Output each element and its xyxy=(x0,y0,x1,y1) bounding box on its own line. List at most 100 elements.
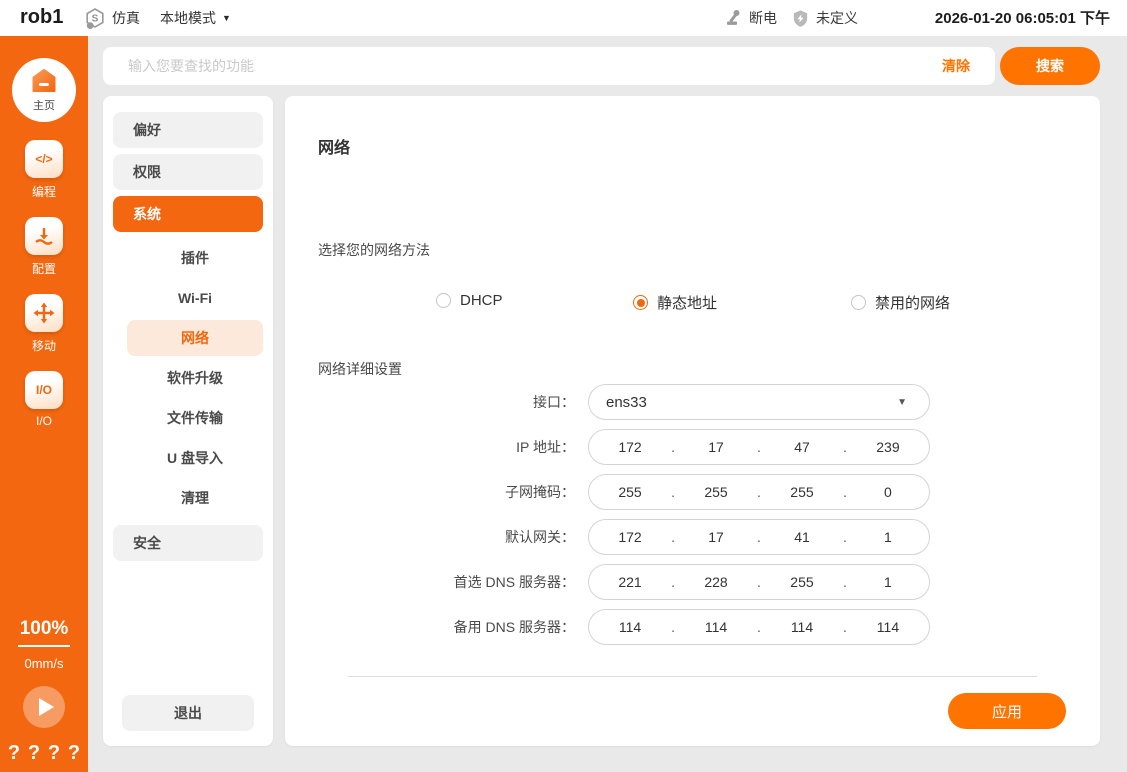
octet-input[interactable]: 172 xyxy=(589,529,671,545)
octet-input[interactable]: 17 xyxy=(675,529,757,545)
radio-dhcp[interactable]: DHCP xyxy=(436,292,503,309)
sidebar-item-label: 移动 xyxy=(32,337,56,354)
octet-input[interactable]: 47 xyxy=(761,439,843,455)
menu-item-software-upgrade[interactable]: 软件升级 xyxy=(127,360,263,396)
interface-selected-value: ens33 xyxy=(589,394,897,411)
menu-item-permissions[interactable]: 权限 xyxy=(113,154,263,190)
sidebar-item-label: 配置 xyxy=(32,260,56,277)
simulation-indicator[interactable]: S 仿真 xyxy=(84,0,140,36)
safety-status-label: 未定义 xyxy=(816,8,858,28)
missing-icon-glyph[interactable]: ? xyxy=(28,742,40,765)
octet-input[interactable]: 114 xyxy=(847,619,929,635)
field-label: 首选 DNS 服务器： xyxy=(285,564,575,600)
details-section-label: 网络详细设置 xyxy=(318,359,402,379)
play-icon xyxy=(39,698,54,716)
octet-input[interactable]: 17 xyxy=(675,439,757,455)
menu-item-security[interactable]: 安全 xyxy=(113,525,263,561)
app-logo: rob1 xyxy=(20,6,63,29)
default-gateway-row: 默认网关： 172 . 17 . 41 . 1 xyxy=(285,519,1100,555)
safety-status[interactable]: 未定义 xyxy=(791,0,858,36)
io-icon: I/O xyxy=(25,371,63,409)
sidebar-item-io[interactable]: I/O I/O xyxy=(25,371,63,428)
menu-item-file-transfer[interactable]: 文件传输 xyxy=(127,400,263,436)
simulation-label: 仿真 xyxy=(112,8,140,28)
speed-block: 100% 0mm/s xyxy=(0,618,88,671)
search-bar: 清除 xyxy=(103,47,995,85)
chevron-down-icon: ▼ xyxy=(222,13,231,23)
config-icon xyxy=(25,217,63,255)
octet-input[interactable]: 255 xyxy=(761,574,843,590)
alternate-dns-field[interactable]: 114 . 114 . 114 . 114 xyxy=(588,609,930,645)
settings-menu: 偏好 权限 系统 插件 Wi-Fi 网络 软件升级 文件传输 U 盘导入 清理 … xyxy=(103,96,273,746)
radio-icon xyxy=(436,293,451,308)
subnet-mask-field[interactable]: 255 . 255 . 255 . 0 xyxy=(588,474,930,510)
menu-item-network[interactable]: 网络 xyxy=(127,320,263,356)
menu-item-plugins[interactable]: 插件 xyxy=(127,240,263,276)
ip-address-field[interactable]: 172 . 17 . 47 . 239 xyxy=(588,429,930,465)
simulation-icon: S xyxy=(84,7,106,29)
missing-icon-glyph[interactable]: ? xyxy=(8,742,20,765)
octet-input[interactable]: 239 xyxy=(847,439,929,455)
move-icon xyxy=(25,294,63,332)
menu-item-usb-import[interactable]: U 盘导入 xyxy=(127,440,263,476)
network-settings-panel: 网络 选择您的网络方法 DHCP 静态地址 禁用的网络 网络详细设置 接口： e… xyxy=(285,96,1100,746)
alternate-dns-row: 备用 DNS 服务器： 114 . 114 . 114 . 114 xyxy=(285,609,1100,645)
radio-disabled-network[interactable]: 禁用的网络 xyxy=(851,292,950,313)
page-title: 网络 xyxy=(318,134,350,158)
radio-label: DHCP xyxy=(460,292,503,309)
missing-icon-glyph[interactable]: ? xyxy=(48,742,60,765)
code-icon: </> xyxy=(25,140,63,178)
preferred-dns-field[interactable]: 221 . 228 . 255 . 1 xyxy=(588,564,930,600)
radio-static-address[interactable]: 静态地址 xyxy=(633,292,717,313)
radio-icon xyxy=(633,295,648,310)
octet-input[interactable]: 255 xyxy=(589,484,671,500)
exit-button[interactable]: 退出 xyxy=(122,695,254,731)
menu-item-preferences[interactable]: 偏好 xyxy=(113,112,263,148)
octet-input[interactable]: 221 xyxy=(589,574,671,590)
octet-input[interactable]: 228 xyxy=(675,574,757,590)
field-label: IP 地址： xyxy=(285,429,575,465)
interface-row: 接口： ens33 ▼ xyxy=(285,384,1100,420)
octet-input[interactable]: 114 xyxy=(761,619,843,635)
sidebar-item-move[interactable]: 移动 xyxy=(25,294,63,354)
octet-input[interactable]: 1 xyxy=(847,574,929,590)
octet-input[interactable]: 41 xyxy=(761,529,843,545)
preferred-dns-row: 首选 DNS 服务器： 221 . 228 . 255 . 1 xyxy=(285,564,1100,600)
datetime-display: 2026-01-20 06:05:01 下午 xyxy=(935,7,1110,28)
missing-icon-glyph[interactable]: ? xyxy=(68,742,80,765)
sidebar-item-configuration[interactable]: 配置 xyxy=(25,217,63,277)
svg-text:S: S xyxy=(92,14,99,25)
sidebar-item-programming[interactable]: </> 编程 xyxy=(25,140,63,200)
menu-item-system[interactable]: 系统 xyxy=(113,196,263,232)
octet-input[interactable]: 1 xyxy=(847,529,929,545)
apply-button[interactable]: 应用 xyxy=(948,693,1066,729)
menu-item-cleanup[interactable]: 清理 xyxy=(127,480,263,516)
menu-item-wifi[interactable]: Wi-Fi xyxy=(127,280,263,316)
default-gateway-field[interactable]: 172 . 17 . 41 . 1 xyxy=(588,519,930,555)
speed-percentage[interactable]: 100% xyxy=(18,618,71,647)
chevron-down-icon: ▼ xyxy=(897,397,907,408)
octet-input[interactable]: 255 xyxy=(675,484,757,500)
power-status[interactable]: 断电 xyxy=(723,0,777,36)
octet-input[interactable]: 0 xyxy=(847,484,929,500)
octet-input[interactable]: 255 xyxy=(761,484,843,500)
main-sidebar: 主页 </> 编程 配置 xyxy=(0,36,88,772)
clear-button[interactable]: 清除 xyxy=(942,56,970,76)
search-input[interactable] xyxy=(103,58,942,74)
status-glyph-row: ? ? ? ? xyxy=(0,742,88,765)
octet-input[interactable]: 114 xyxy=(675,619,757,635)
home-icon xyxy=(30,67,58,95)
top-bar: rob1 S 仿真 本地模式 ▼ 断电 xyxy=(0,0,1127,36)
robot-arm-icon xyxy=(723,8,743,28)
sidebar-item-label: 主页 xyxy=(33,97,55,113)
method-section-label: 选择您的网络方法 xyxy=(318,240,430,260)
interface-select[interactable]: ens33 ▼ xyxy=(588,384,930,420)
field-label: 默认网关： xyxy=(285,519,575,555)
field-label: 子网掩码： xyxy=(285,474,575,510)
sidebar-item-home[interactable]: 主页 xyxy=(12,58,76,122)
play-button[interactable] xyxy=(23,686,65,728)
octet-input[interactable]: 114 xyxy=(589,619,671,635)
octet-input[interactable]: 172 xyxy=(589,439,671,455)
mode-selector[interactable]: 本地模式 ▼ xyxy=(160,0,231,36)
search-button[interactable]: 搜索 xyxy=(1000,47,1100,85)
